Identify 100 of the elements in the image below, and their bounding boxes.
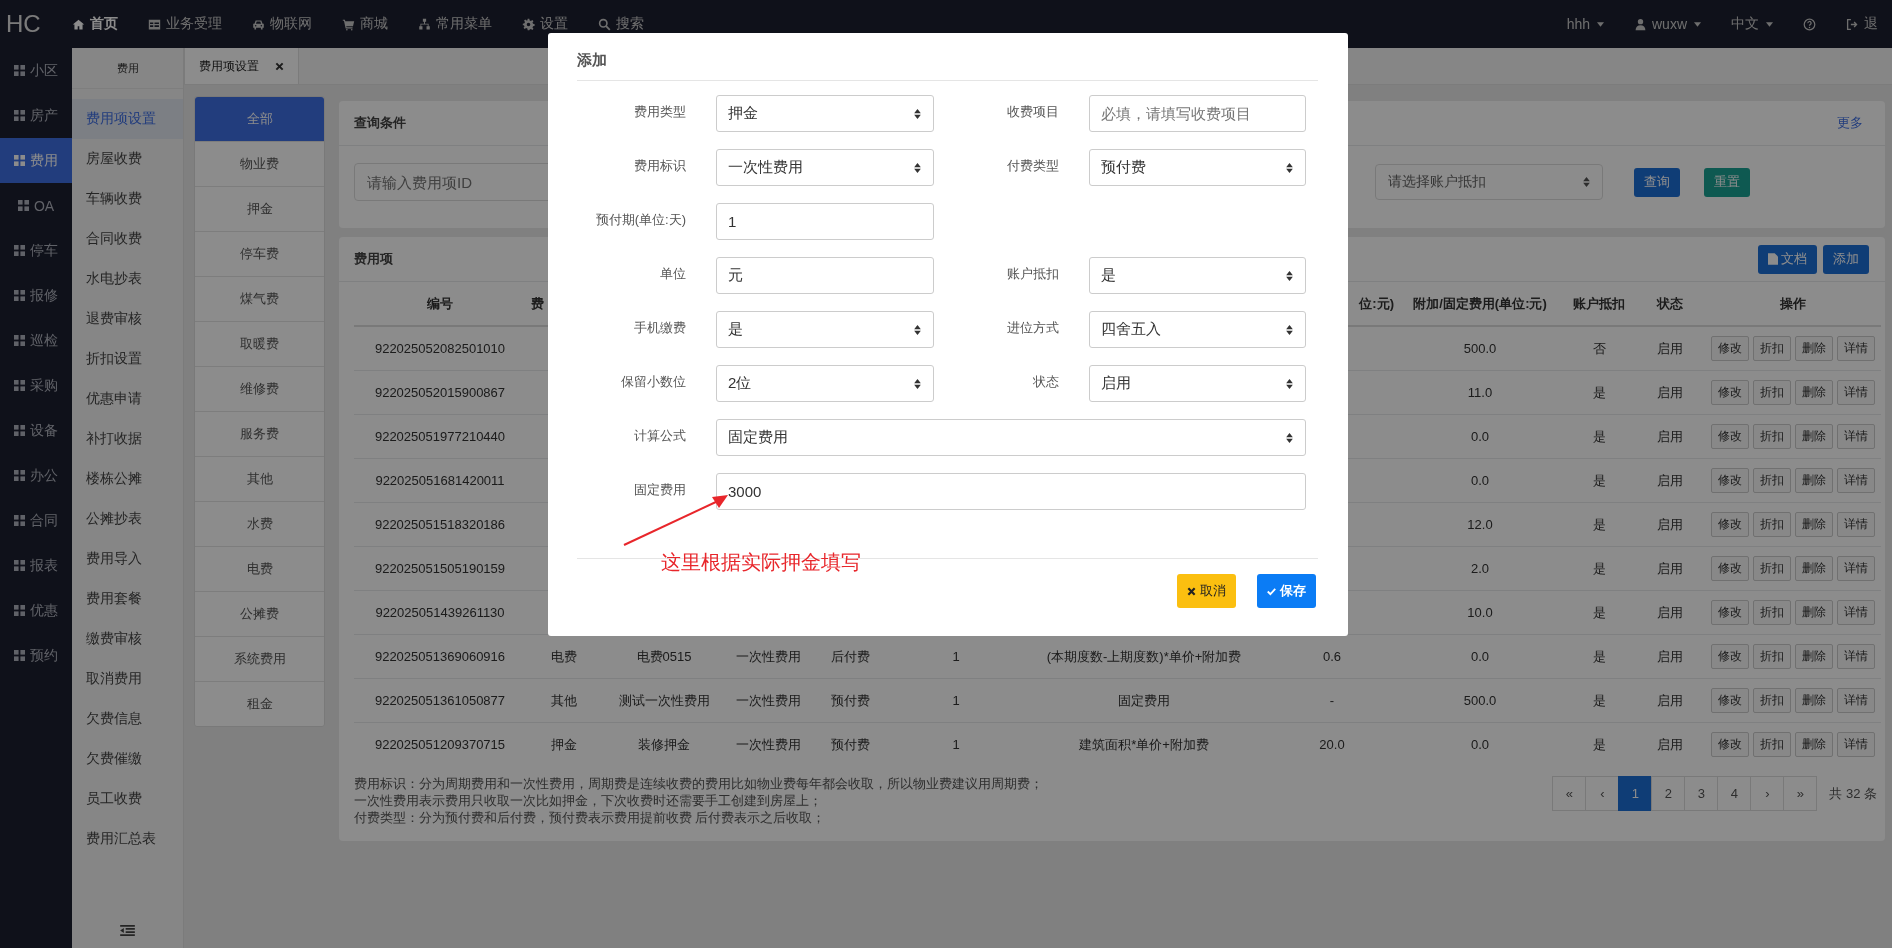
page-link[interactable]: 1: [1618, 776, 1653, 811]
category-item[interactable]: 物业费: [195, 142, 324, 187]
row-action-button[interactable]: 删除: [1794, 336, 1833, 361]
row-action-button[interactable]: 折扣: [1752, 600, 1791, 625]
category-item[interactable]: 押金: [195, 187, 324, 232]
select-field[interactable]: 是: [716, 311, 934, 348]
module-item[interactable]: 预约: [0, 633, 72, 678]
module-item[interactable]: 采购: [0, 363, 72, 408]
row-action-button[interactable]: 修改: [1710, 380, 1749, 405]
page-link[interactable]: ‹: [1585, 776, 1620, 811]
submenu-item[interactable]: 合同收费: [72, 219, 183, 259]
select-field[interactable]: 启用: [1089, 365, 1306, 402]
row-action-button[interactable]: 详情: [1836, 556, 1875, 581]
category-item[interactable]: 停车费: [195, 232, 324, 277]
page-link[interactable]: 2: [1651, 776, 1686, 811]
row-action-button[interactable]: 详情: [1836, 688, 1875, 713]
module-item[interactable]: 巡检: [0, 318, 72, 363]
module-item[interactable]: 合同: [0, 498, 72, 543]
row-action-button[interactable]: 删除: [1794, 600, 1833, 625]
row-action-button[interactable]: 折扣: [1752, 380, 1791, 405]
submenu-item[interactable]: 欠费信息: [72, 699, 183, 739]
nav-link[interactable]: 设置: [522, 15, 568, 33]
save-button[interactable]: 保存: [1257, 574, 1316, 608]
row-action-button[interactable]: 折扣: [1752, 556, 1791, 581]
category-item[interactable]: 维修费: [195, 367, 324, 412]
input-field[interactable]: 3000: [716, 473, 1306, 510]
submenu-item[interactable]: 水电抄表: [72, 259, 183, 299]
module-item[interactable]: 停车: [0, 228, 72, 273]
row-action-button[interactable]: 删除: [1794, 380, 1833, 405]
module-item[interactable]: 优惠: [0, 588, 72, 633]
module-item[interactable]: 设备: [0, 408, 72, 453]
category-item[interactable]: 电费: [195, 547, 324, 592]
input-field[interactable]: 1: [716, 203, 934, 240]
submenu-item[interactable]: 欠费催缴: [72, 739, 183, 779]
menu-collapse-icon[interactable]: [120, 925, 135, 936]
row-action-button[interactable]: 详情: [1836, 424, 1875, 449]
module-item[interactable]: 办公: [0, 453, 72, 498]
submenu-item[interactable]: 费用套餐: [72, 579, 183, 619]
nav-link[interactable]: hhh: [1566, 15, 1604, 33]
nav-link[interactable]: 常用菜单: [418, 15, 492, 33]
submenu-item[interactable]: 费用汇总表: [72, 819, 183, 859]
row-action-button[interactable]: 折扣: [1752, 732, 1791, 757]
row-action-button[interactable]: 修改: [1710, 468, 1749, 493]
category-item[interactable]: 系统费用: [195, 637, 324, 682]
submenu-item[interactable]: 补打收据: [72, 419, 183, 459]
select-field[interactable]: 请选择账户抵扣: [1375, 164, 1603, 200]
input-field[interactable]: 元: [716, 257, 934, 294]
category-item[interactable]: 租金: [195, 682, 324, 726]
page-link[interactable]: «: [1552, 776, 1587, 811]
submenu-item[interactable]: 公摊抄表: [72, 499, 183, 539]
row-action-button[interactable]: 修改: [1710, 732, 1749, 757]
page-link[interactable]: 3: [1684, 776, 1719, 811]
add-button[interactable]: 添加: [1823, 244, 1869, 274]
select-field[interactable]: 预付费: [1089, 149, 1306, 186]
row-action-button[interactable]: 折扣: [1752, 688, 1791, 713]
row-action-button[interactable]: 修改: [1710, 336, 1749, 361]
select-field[interactable]: 一次性费用: [716, 149, 934, 186]
module-item[interactable]: 房产: [0, 93, 72, 138]
row-action-button[interactable]: 详情: [1836, 380, 1875, 405]
row-action-button[interactable]: 详情: [1836, 468, 1875, 493]
submenu-item[interactable]: 缴费审核: [72, 619, 183, 659]
row-action-button[interactable]: 修改: [1710, 512, 1749, 537]
category-item[interactable]: 取暖费: [195, 322, 324, 367]
row-action-button[interactable]: 详情: [1836, 336, 1875, 361]
row-action-button[interactable]: 折扣: [1752, 424, 1791, 449]
close-icon[interactable]: [275, 61, 284, 71]
nav-link[interactable]: 业务受理: [148, 15, 222, 33]
input-field[interactable]: 必填，请填写收费项目: [1089, 95, 1306, 132]
row-action-button[interactable]: 删除: [1794, 556, 1833, 581]
document-button[interactable]: 文档: [1758, 244, 1817, 274]
row-action-button[interactable]: 删除: [1794, 644, 1833, 669]
row-action-button[interactable]: 修改: [1710, 556, 1749, 581]
category-item[interactable]: 公摊费: [195, 592, 324, 637]
row-action-button[interactable]: 详情: [1836, 732, 1875, 757]
module-item[interactable]: OA: [0, 183, 72, 228]
select-field[interactable]: 2位: [716, 365, 934, 402]
submenu-item[interactable]: 取消费用: [72, 659, 183, 699]
submenu-item[interactable]: 折扣设置: [72, 339, 183, 379]
more-link[interactable]: 更多: [1837, 114, 1869, 132]
module-item[interactable]: 报修: [0, 273, 72, 318]
row-action-button[interactable]: 删除: [1794, 732, 1833, 757]
nav-link[interactable]: 物联网: [252, 15, 312, 33]
category-item[interactable]: 其他: [195, 457, 324, 502]
row-action-button[interactable]: 折扣: [1752, 468, 1791, 493]
row-action-button[interactable]: 详情: [1836, 644, 1875, 669]
nav-link[interactable]: 中文: [1731, 15, 1773, 33]
row-action-button[interactable]: 删除: [1794, 424, 1833, 449]
submenu-item[interactable]: 费用项设置: [72, 99, 183, 139]
row-action-button[interactable]: 折扣: [1752, 644, 1791, 669]
row-action-button[interactable]: 修改: [1710, 688, 1749, 713]
nav-link[interactable]: 首页: [72, 15, 118, 33]
select-field[interactable]: 四舍五入: [1089, 311, 1306, 348]
submenu-item[interactable]: 费用导入: [72, 539, 183, 579]
submenu-item[interactable]: 车辆收费: [72, 179, 183, 219]
submenu-item[interactable]: 退费审核: [72, 299, 183, 339]
row-action-button[interactable]: 折扣: [1752, 512, 1791, 537]
nav-link[interactable]: 商城: [342, 15, 388, 33]
submenu-item[interactable]: 楼栋公摊: [72, 459, 183, 499]
submenu-item[interactable]: 房屋收费: [72, 139, 183, 179]
nav-link[interactable]: 退: [1846, 15, 1878, 33]
